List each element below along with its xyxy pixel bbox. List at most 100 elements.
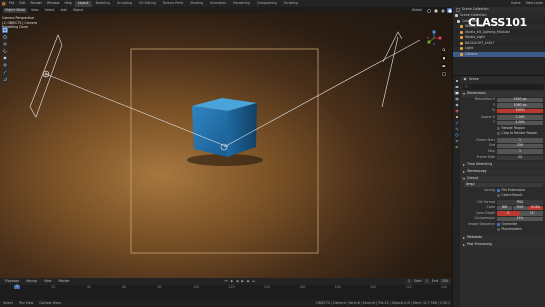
menu-render[interactable]: Render <box>29 1 44 5</box>
next-key-icon[interactable]: ◆ <box>247 279 249 283</box>
tab-sculpting[interactable]: Sculpting <box>114 1 135 7</box>
scene-selector[interactable]: Scene <box>509 1 523 5</box>
tab-layout[interactable]: Layout <box>74 0 92 7</box>
cursor-tool-icon[interactable] <box>2 34 8 40</box>
jump-end-icon[interactable]: ⏭ <box>252 279 255 283</box>
compression-slider[interactable]: 15% <box>497 216 543 222</box>
render-region-checkbox[interactable]: Render Region <box>497 126 525 130</box>
perspective-toggle-icon[interactable] <box>441 71 447 77</box>
world-tab-icon[interactable] <box>454 108 459 113</box>
viewport-menu-select[interactable]: Select <box>43 8 57 12</box>
properties-search[interactable] <box>463 84 544 90</box>
frame-start-field[interactable]: 1 <box>497 138 543 143</box>
viewport-menu-add[interactable]: Add <box>59 8 69 12</box>
render-tab-icon[interactable] <box>454 84 459 89</box>
orientation-dropdown[interactable]: Global <box>410 8 424 12</box>
3d-viewport[interactable]: Object Mode View Select Add Object Globa… <box>0 7 452 278</box>
select-box-tool-icon[interactable] <box>2 27 8 33</box>
depth-8-option[interactable]: 8 <box>497 211 520 216</box>
object-tab-icon[interactable] <box>454 114 459 119</box>
outliner-row[interactable]: Camera <box>453 51 545 57</box>
scale-tool-icon[interactable] <box>2 55 8 61</box>
stereoscopy-header[interactable]: Stereoscopy <box>461 168 545 175</box>
post-processing-header[interactable]: Post Processing <box>461 241 545 248</box>
menu-edit[interactable]: Edit <box>17 1 27 5</box>
play-icon[interactable]: ▶ <box>241 279 243 283</box>
file-extensions-checkbox[interactable]: File Extensions <box>497 188 525 192</box>
cube-object[interactable] <box>192 98 257 157</box>
modifier-tab-icon[interactable] <box>454 120 459 125</box>
viewport-menu-object[interactable]: Object <box>71 8 85 12</box>
start-frame-field[interactable]: 1 <box>423 278 430 285</box>
solid-shading-icon[interactable] <box>433 8 438 13</box>
menu-window[interactable]: Window <box>45 1 62 5</box>
object-mode-dropdown[interactable]: Object Mode <box>3 7 28 14</box>
jump-start-icon[interactable]: ⏮ <box>225 279 228 283</box>
view-layer-selector[interactable]: View Layer <box>524 1 545 5</box>
tab-shading[interactable]: Shading <box>187 1 206 7</box>
crop-region-checkbox[interactable]: Crop to Render Region <box>497 132 537 136</box>
metadata-header[interactable]: Metadata <box>461 234 545 241</box>
menu-file[interactable]: File <box>7 1 16 5</box>
material-shading-icon[interactable] <box>440 8 445 13</box>
transform-tool-icon[interactable] <box>2 62 8 68</box>
zoom-icon[interactable] <box>441 47 447 53</box>
navigation-gizmo[interactable] <box>425 30 443 46</box>
tab-rendering[interactable]: Rendering <box>230 1 252 7</box>
resolution-percent-field[interactable]: 100% <box>497 108 543 114</box>
menu-help[interactable]: Help <box>62 1 73 5</box>
frame-end-field[interactable]: 250 <box>497 143 543 149</box>
tab-texture-paint[interactable]: Texture Paint <box>160 1 187 7</box>
frame-rate-dropdown[interactable]: 24 <box>497 155 543 161</box>
playhead[interactable]: 1 <box>14 285 20 289</box>
cache-result-checkbox[interactable]: Cache Result <box>497 194 522 198</box>
pan-hand-icon[interactable] <box>441 55 447 61</box>
tab-modeling[interactable]: Modeling <box>93 1 114 7</box>
output-tab-icon[interactable] <box>454 90 459 95</box>
current-frame-field[interactable]: 1 <box>405 278 413 285</box>
overwrite-checkbox[interactable]: Overwrite <box>497 222 517 226</box>
color-rgb-option[interactable]: RGB <box>512 205 528 211</box>
time-stretching-header[interactable]: Time Stretching <box>461 161 545 168</box>
output-path-field[interactable]: /tmp/ <box>464 182 543 188</box>
scene-tab-icon[interactable] <box>454 102 459 107</box>
resolution-y-field[interactable]: 1080 px <box>497 103 543 108</box>
particles-tab-icon[interactable] <box>454 126 459 131</box>
rotate-tool-icon[interactable] <box>2 48 8 54</box>
wireframe-shading-icon[interactable] <box>426 8 431 13</box>
dimensions-panel-header[interactable]: Dimensions <box>461 91 545 97</box>
physics-tab-icon[interactable] <box>454 132 459 137</box>
view-menu[interactable]: View <box>42 279 54 283</box>
viewport-menu-view[interactable]: View <box>29 8 41 12</box>
data-tab-icon[interactable] <box>454 144 459 149</box>
aspect-y-field[interactable]: 1.000 <box>497 120 543 126</box>
tab-animation[interactable]: Animation <box>207 1 229 7</box>
aspect-x-field[interactable]: 1.000 <box>497 115 543 120</box>
measure-tool-icon[interactable] <box>2 76 8 82</box>
placeholders-checkbox[interactable]: Placeholders <box>497 228 522 232</box>
timeline-track[interactable]: 020406080100120140160180200220240 1 <box>0 285 452 300</box>
end-frame-field[interactable]: 250 <box>439 278 450 285</box>
prev-key-icon[interactable]: ◆ <box>230 279 232 283</box>
move-tool-icon[interactable] <box>2 41 8 47</box>
depth-16-option[interactable]: 16 <box>520 211 543 216</box>
tab-scripting[interactable]: Scripting <box>281 1 301 7</box>
tool-tab-icon[interactable] <box>454 78 459 83</box>
tab-compositing[interactable]: Compositing <box>254 1 280 7</box>
view-layer-tab-icon[interactable] <box>454 96 459 101</box>
tab-uv-editing[interactable]: UV Editing <box>136 1 159 7</box>
file-format-dropdown[interactable]: PNG <box>497 200 543 205</box>
outliner-display-icon[interactable] <box>455 8 460 13</box>
resolution-x-field[interactable]: 1920 px <box>497 97 543 103</box>
camera-view-icon[interactable] <box>441 63 447 69</box>
color-rgba-option[interactable]: RGBA <box>528 205 543 211</box>
play-reverse-icon[interactable]: ◀ <box>236 279 238 283</box>
frame-step-field[interactable]: 1 <box>497 149 543 154</box>
constraints-tab-icon[interactable] <box>454 138 459 143</box>
color-bw-option[interactable]: BW <box>497 205 512 211</box>
blender-logo-icon[interactable] <box>1 1 6 6</box>
marker-menu[interactable]: Marker <box>57 279 72 283</box>
output-panel-header[interactable]: Output <box>461 175 545 182</box>
playback-menu[interactable]: Playback <box>3 279 21 283</box>
keying-menu[interactable]: Keying <box>24 279 39 283</box>
